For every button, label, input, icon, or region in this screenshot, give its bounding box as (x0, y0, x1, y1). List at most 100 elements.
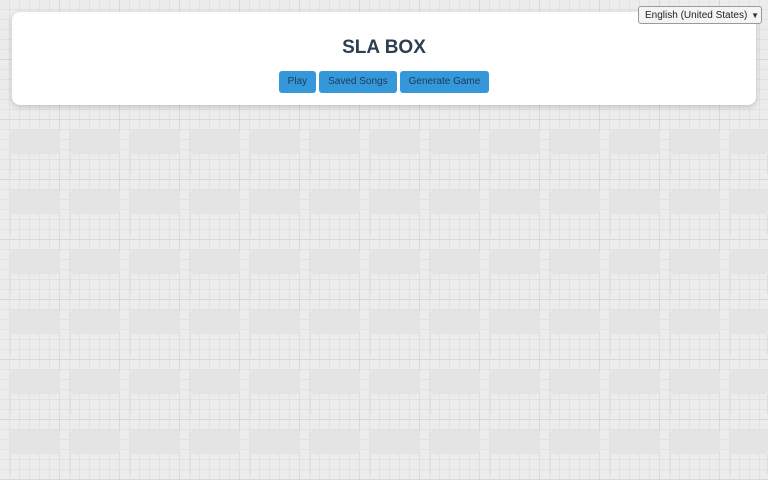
background-tile (70, 370, 120, 394)
action-buttons: Play Saved Songs Generate Game (12, 71, 756, 93)
background-tile (370, 190, 420, 214)
background-tile (70, 430, 120, 454)
background-tile (130, 250, 180, 274)
background-tile (370, 430, 420, 454)
background-tile (370, 370, 420, 394)
background-tile (190, 370, 240, 394)
background-tile (430, 310, 480, 334)
background-tile-stem (670, 214, 720, 234)
background-tile (70, 190, 120, 214)
background-tile-stem (190, 274, 240, 294)
background-tile-stem (250, 154, 300, 174)
background-tile-stem (10, 274, 60, 294)
background-tile-stem (550, 214, 600, 234)
background-tile-stem (490, 154, 540, 174)
background-tile-stem (310, 154, 360, 174)
background-tile (190, 190, 240, 214)
background-tile (310, 430, 360, 454)
background-tile (430, 190, 480, 214)
background-tile (670, 130, 720, 154)
background-tile-stem (730, 274, 768, 294)
background-tile-stem (310, 454, 360, 474)
background-tile (490, 250, 540, 274)
background-tile (610, 250, 660, 274)
background-tile-stem (370, 214, 420, 234)
background-tile-stem (430, 394, 480, 414)
background-tile (430, 130, 480, 154)
play-button[interactable]: Play (278, 71, 317, 93)
background-tile (70, 310, 120, 334)
background-tile-stem (70, 214, 120, 234)
background-tile-stem (190, 154, 240, 174)
background-tile-stem (670, 394, 720, 414)
background-tile (250, 310, 300, 334)
background-tile-stem (610, 394, 660, 414)
background-tile (10, 250, 60, 274)
background-tile-stem (430, 274, 480, 294)
background-tile-stem (10, 394, 60, 414)
background-tile (490, 130, 540, 154)
background-tile-stem (250, 214, 300, 234)
background-tile-stem (430, 454, 480, 474)
background-tile (190, 310, 240, 334)
background-tile (730, 130, 768, 154)
background-tile (250, 370, 300, 394)
background-tile (310, 310, 360, 334)
background-tile-stem (310, 334, 360, 354)
background-tile-stem (70, 334, 120, 354)
background-tile (670, 190, 720, 214)
background-tile (10, 430, 60, 454)
background-tile (730, 310, 768, 334)
background-tile (370, 310, 420, 334)
background-tile-stem (10, 154, 60, 174)
background-tile (250, 190, 300, 214)
background-tile (730, 430, 768, 454)
background-tile-stem (130, 454, 180, 474)
background-tile (70, 130, 120, 154)
background-tile (610, 130, 660, 154)
background-tile-stem (430, 214, 480, 234)
background-tile-stem (130, 154, 180, 174)
generate-game-button[interactable]: Generate Game (399, 71, 490, 93)
background-tile (730, 250, 768, 274)
saved-songs-button[interactable]: Saved Songs (319, 71, 397, 93)
background-tile-stem (130, 334, 180, 354)
background-tile-stem (670, 334, 720, 354)
header-card: SLA BOX Play Saved Songs Generate Game (12, 12, 756, 105)
background-tile-stem (610, 214, 660, 234)
background-tile-stem (190, 214, 240, 234)
background-tile-stem (550, 334, 600, 354)
background-tile-stem (490, 214, 540, 234)
background-tile-stem (250, 334, 300, 354)
background-tile-stem (310, 394, 360, 414)
background-tile (670, 430, 720, 454)
background-tile (130, 430, 180, 454)
background-tile (550, 250, 600, 274)
background-tile (310, 130, 360, 154)
background-tile (310, 190, 360, 214)
background-tile (190, 130, 240, 154)
page-title: SLA BOX (342, 37, 426, 58)
background-tile-stem (490, 454, 540, 474)
background-tile-stem (10, 214, 60, 234)
background-tile (10, 190, 60, 214)
background-tile (370, 250, 420, 274)
background-tile (190, 430, 240, 454)
background-tile (310, 370, 360, 394)
background-tile-stem (490, 394, 540, 414)
background-tile-stem (610, 454, 660, 474)
background-tile (490, 310, 540, 334)
background-tile-stem (370, 454, 420, 474)
background-tile (550, 190, 600, 214)
background-tile-stem (550, 394, 600, 414)
background-tile-stem (10, 454, 60, 474)
language-select[interactable]: English (United States) ▼ (638, 6, 762, 24)
background-tile-stem (130, 394, 180, 414)
background-tile (70, 250, 120, 274)
background-tile-stem (670, 454, 720, 474)
background-tile (250, 130, 300, 154)
background-tile-stem (250, 394, 300, 414)
background-tile-stem (370, 394, 420, 414)
background-tile (550, 430, 600, 454)
background-tile (430, 250, 480, 274)
